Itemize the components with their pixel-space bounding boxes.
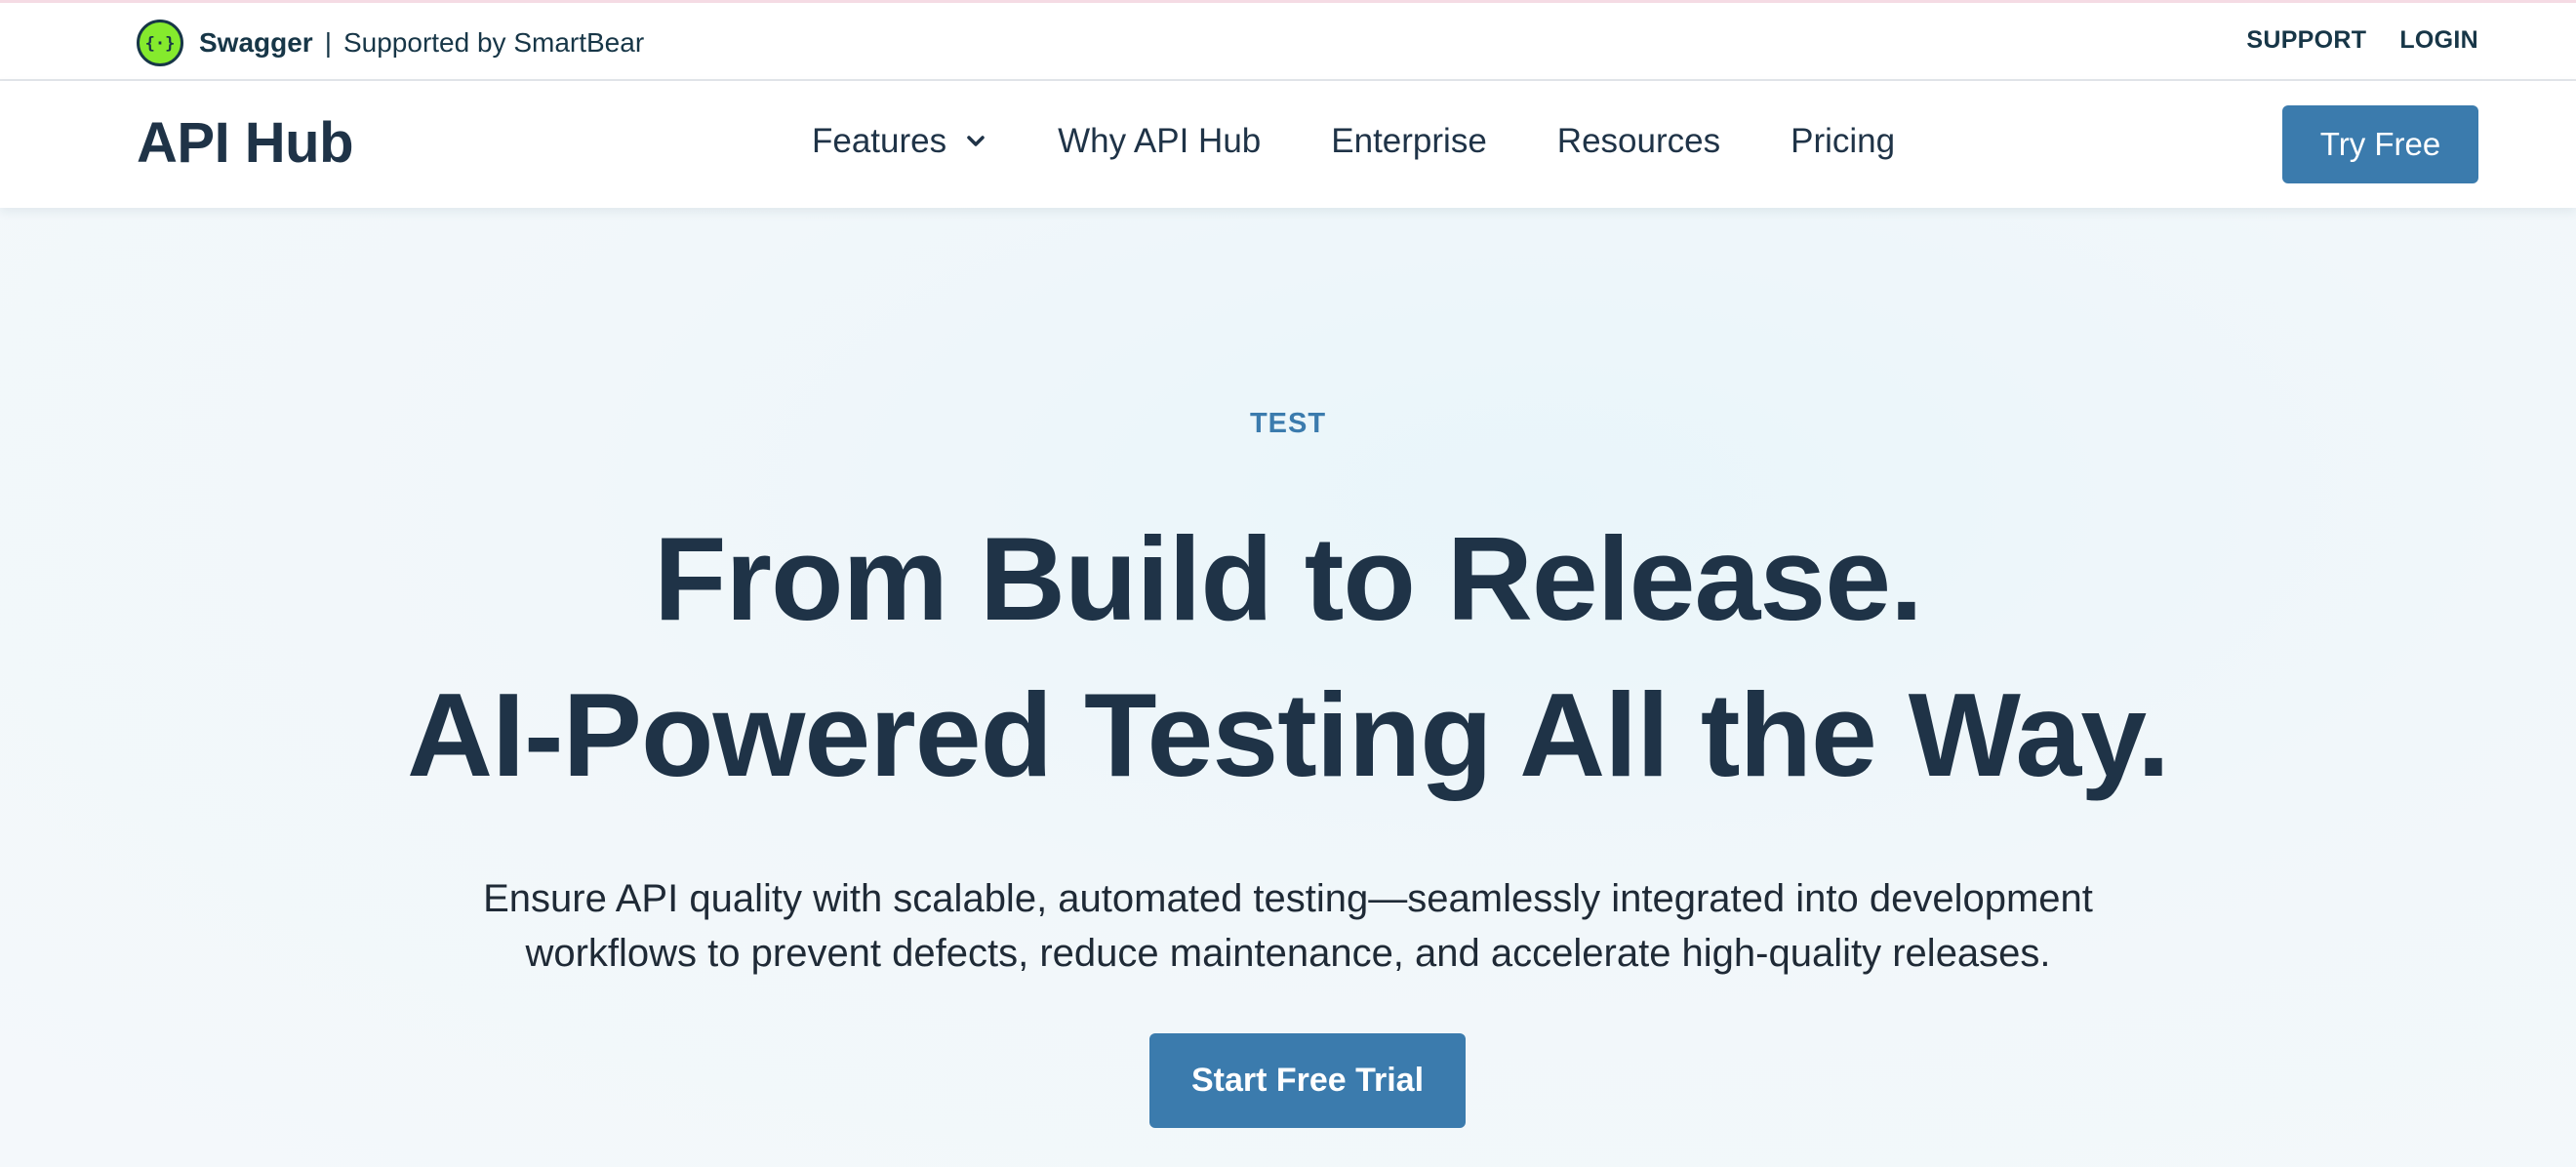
try-free-button[interactable]: Try Free [2282, 105, 2478, 183]
top-utility-bar: {·} Swagger | Supported by SmartBear SUP… [0, 0, 2576, 81]
main-navbar: API Hub Features Why API Hub Enterprise … [0, 81, 2576, 208]
nav-item-features-label: Features [812, 122, 947, 160]
chevron-down-icon [967, 136, 985, 146]
start-free-trial-button[interactable]: Start Free Trial [1149, 1033, 1466, 1128]
nav-item-pricing[interactable]: Pricing [1791, 122, 1895, 161]
svg-text:{·}: {·} [145, 34, 176, 54]
swagger-logo-icon: {·} [137, 20, 183, 66]
nav-item-features[interactable]: Features [812, 122, 987, 161]
nav-item-enterprise[interactable]: Enterprise [1331, 122, 1487, 161]
swagger-brand[interactable]: {·} Swagger | Supported by SmartBear [137, 19, 644, 67]
login-link[interactable]: LOGIN [2399, 26, 2478, 55]
nav-item-resources[interactable]: Resources [1557, 122, 1720, 161]
api-hub-logo[interactable]: API Hub [137, 110, 354, 176]
brand-separator: | [324, 27, 332, 58]
support-link[interactable]: SUPPORT [2246, 26, 2366, 55]
main-nav-menu: Features Why API Hub Enterprise Resource… [812, 122, 1895, 161]
utility-links: SUPPORT LOGIN [2246, 26, 2478, 55]
hero-headline-line2: AI-Powered Testing All the Way. [407, 668, 2170, 801]
nav-item-why-api-hub[interactable]: Why API Hub [1058, 122, 1261, 161]
hero-eyebrow: TEST [1249, 408, 1327, 439]
hero-headline-line1: From Build to Release. [654, 512, 1923, 645]
hero-subtext: Ensure API quality with scalable, automa… [483, 877, 2093, 975]
brand-name: Swagger [199, 27, 313, 58]
supported-by-text: Supported by SmartBear [342, 27, 645, 58]
hero-section: TEST From Build to Release. AI-Powered T… [0, 208, 2576, 1167]
